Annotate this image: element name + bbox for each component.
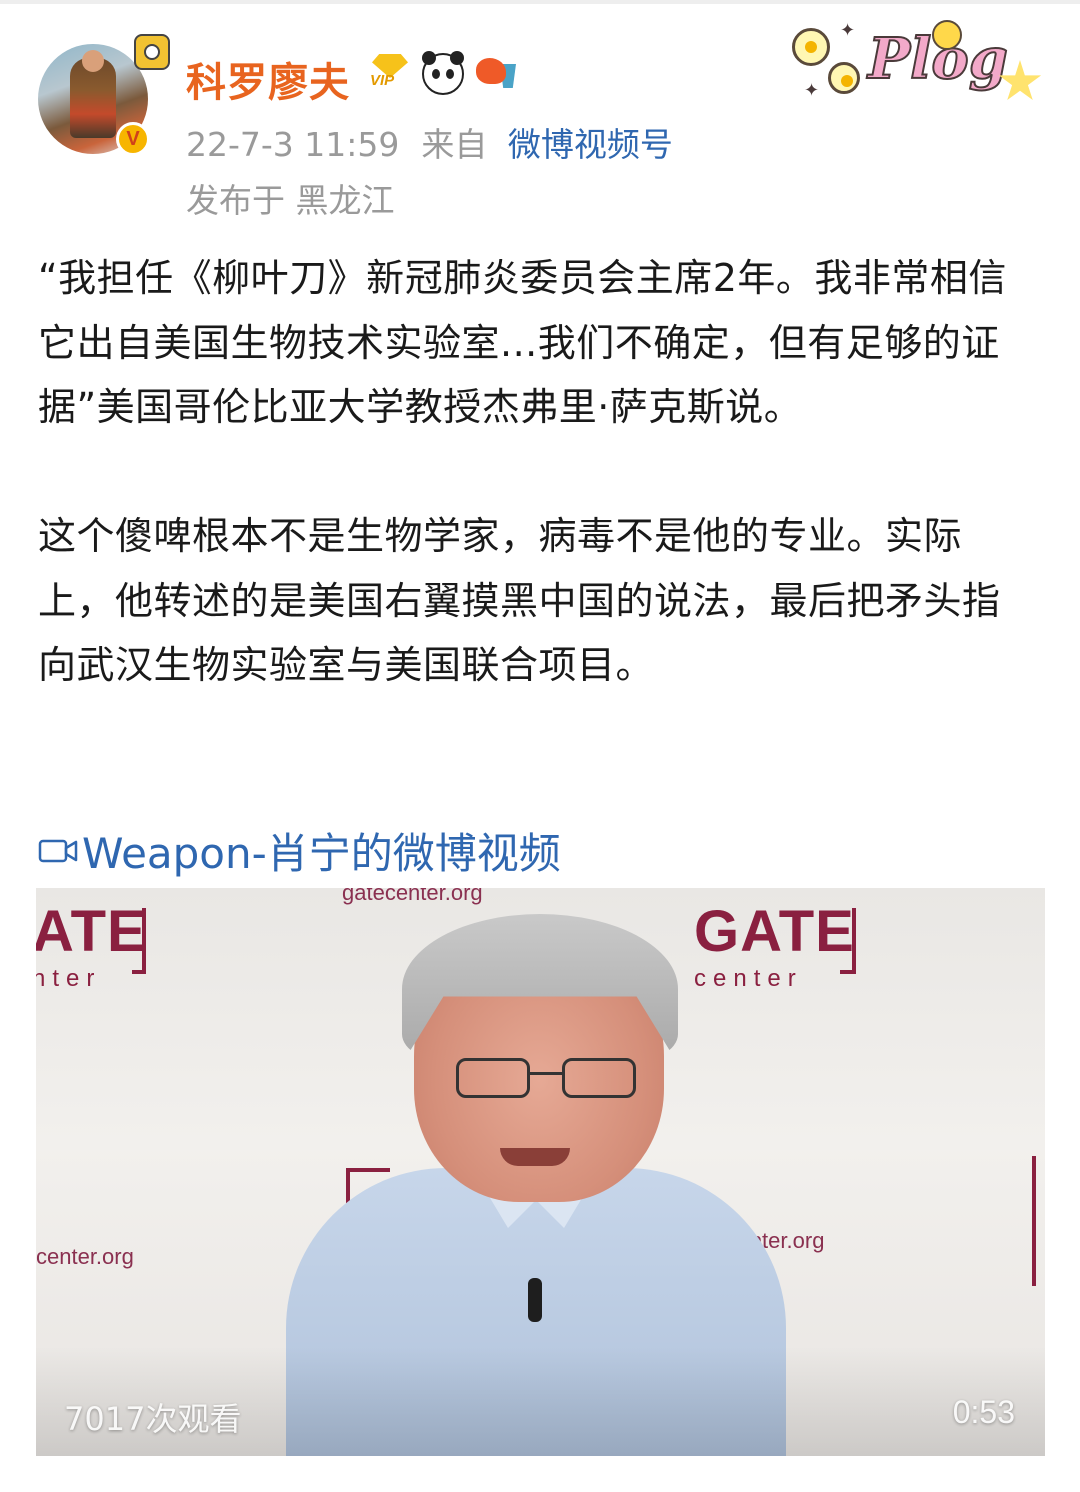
from-label: 来自 — [421, 125, 488, 164]
avatar[interactable]: V — [38, 34, 170, 156]
backdrop-logo-text: ATE — [36, 899, 147, 964]
fish-icon[interactable] — [474, 52, 518, 96]
author-badges: VIP — [368, 51, 518, 96]
backdrop-bracket — [132, 908, 146, 974]
author-name[interactable]: 科罗廖夫 — [186, 50, 350, 108]
lapel-microphone — [528, 1278, 542, 1322]
video-source-link[interactable]: Weapon-肖宁的微博视频 — [38, 820, 561, 881]
vip-badge-label: VIP — [370, 72, 395, 89]
backdrop-logo-left: ATE nter — [36, 898, 147, 993]
post-paragraph: “我担任《柳叶刀》新冠肺炎委员会主席2年。我非常相信它出自美国生物技术实验室..… — [38, 256, 1007, 429]
plog-sticker: ✦ ✦ Plog — [784, 14, 1044, 114]
post-meta: 22-7-3 11:59 来自 微博视频号 — [186, 118, 673, 166]
top-divider — [0, 0, 1080, 4]
backdrop-logo-subtext: nter — [36, 965, 102, 992]
backdrop-bracket — [840, 908, 856, 974]
post-body: “我担任《柳叶刀》新冠肺炎委员会主席2年。我非常相信它出自美国生物技术实验室..… — [38, 246, 1038, 698]
video-player[interactable]: ATE nter gatecenter.org GATE center cent… — [36, 888, 1045, 1456]
post-location: 发布于 黑龙江 — [186, 181, 395, 220]
video-camera-icon — [38, 839, 78, 862]
flower-icon — [828, 62, 860, 94]
avatar-figure-head — [82, 50, 104, 72]
sparkle-icon: ✦ — [804, 80, 820, 101]
vip-diamond-icon[interactable]: VIP — [368, 52, 412, 96]
flower-icon — [792, 28, 830, 66]
backdrop-bracket — [1032, 1156, 1044, 1286]
backdrop-url-top: gatecenter.org — [342, 888, 483, 905]
post-time: 22-7-3 11:59 — [186, 125, 400, 164]
panda-icon[interactable] — [422, 51, 464, 95]
post-paragraph: 这个傻啤根本不是生物学家，病毒不是他的专业。实际上，他转述的是美国右翼摸黑中国的… — [38, 514, 1001, 687]
video-view-count: 7017次观看 — [64, 1400, 242, 1438]
post-source-link[interactable]: 微博视频号 — [508, 125, 673, 164]
smiley-icon — [932, 20, 962, 50]
video-duration: 0:53 — [952, 1394, 1015, 1430]
backdrop-url-left: center.org — [36, 1244, 134, 1269]
sparkle-icon: ✦ — [840, 20, 856, 41]
video-link-label[interactable]: Weapon-肖宁的微博视频 — [82, 820, 561, 881]
verified-v-icon: V — [116, 122, 150, 156]
avatar-camera-decoration-icon — [134, 34, 170, 70]
